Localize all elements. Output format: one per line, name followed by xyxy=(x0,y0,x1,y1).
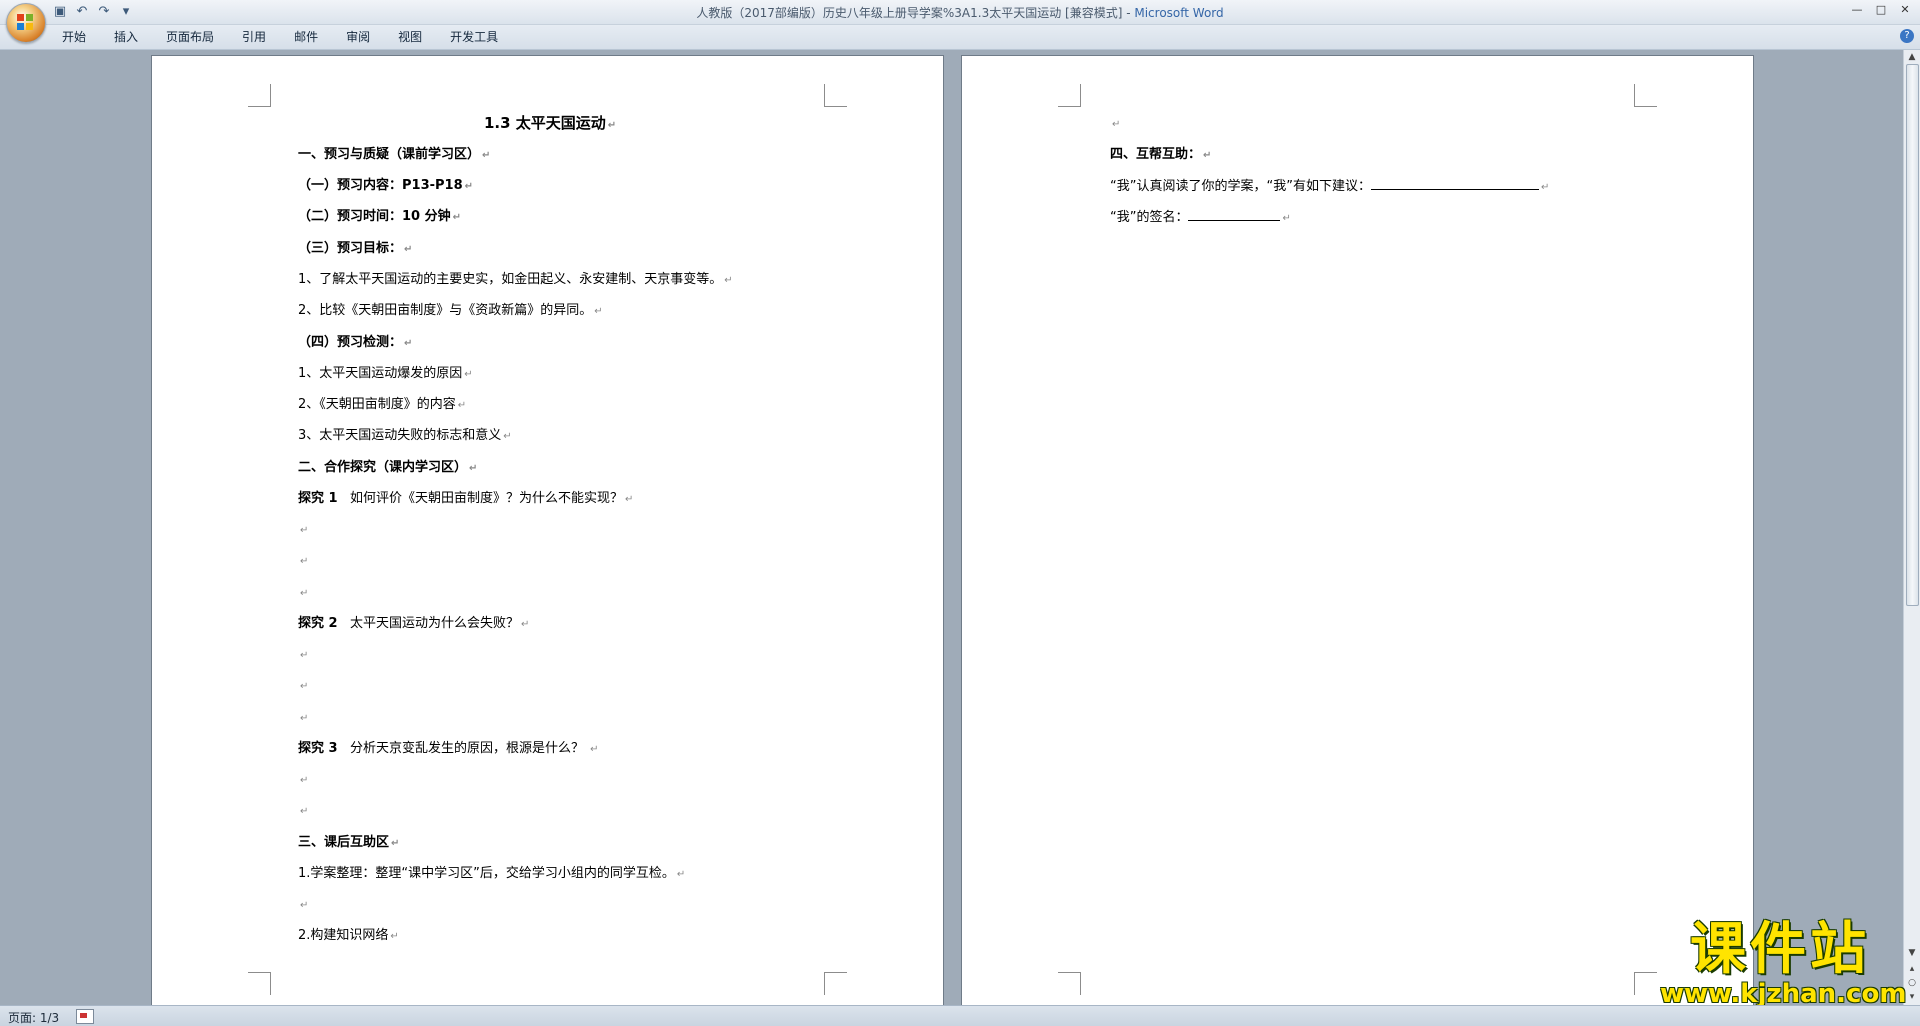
office-logo-icon-part xyxy=(17,23,24,30)
maximize-button[interactable]: □ xyxy=(1870,2,1892,18)
margin-corner-mark xyxy=(1058,972,1081,995)
after-class-item: 2.构建知识网络 ↵ xyxy=(298,928,399,943)
empty-paragraph: ↵ xyxy=(300,525,309,536)
empty-paragraph: ↵ xyxy=(300,806,309,817)
section-heading: 四、互帮互助： ↵ xyxy=(1110,147,1212,162)
margin-corner-mark xyxy=(824,84,847,107)
next-page-icon[interactable]: ▾ xyxy=(1905,990,1919,1004)
margin-corner-mark xyxy=(1634,84,1657,107)
help-icon[interactable]: ? xyxy=(1900,29,1914,43)
check-item: 2、《天朝田亩制度》的内容 ↵ xyxy=(298,397,467,412)
tab-page-layout[interactable]: 页面布局 xyxy=(152,29,228,45)
office-logo-icon-part xyxy=(26,23,33,30)
previous-page-icon[interactable]: ▴ xyxy=(1905,962,1919,976)
tab-review[interactable]: 审阅 xyxy=(332,29,384,45)
suggestion-blank xyxy=(1370,177,1539,190)
page-indicator[interactable]: 页面: 1/3 xyxy=(8,1009,59,1026)
empty-paragraph: ↵ xyxy=(300,713,309,724)
empty-paragraph: ↵ xyxy=(300,775,309,786)
document-page-1[interactable]: 1.3 太平天国运动 ↵ 一、预习与质疑（课前学习区） ↵ （一）预习内容：P13-… xyxy=(152,56,943,1005)
tab-home[interactable]: 开始 xyxy=(48,29,100,45)
margin-corner-mark xyxy=(248,84,271,107)
select-browse-object-icon[interactable]: ○ xyxy=(1905,976,1919,990)
status-bar: 页面: 1/3 xyxy=(0,1005,1920,1026)
check-item: 3、太平天国运动失败的标志和意义 ↵ xyxy=(298,428,512,443)
empty-paragraph: ↵ xyxy=(300,556,309,567)
signature-blank xyxy=(1188,208,1281,221)
margin-corner-mark xyxy=(1058,84,1081,107)
tab-insert[interactable]: 插入 xyxy=(100,29,152,45)
suggestion-line: “我”认真阅读了你的学案，“我”有如下建议： ↵ xyxy=(1110,177,1550,194)
window-controls: — □ ✕ xyxy=(1846,2,1916,18)
watermark-title: 课件站 xyxy=(1690,917,1870,982)
inquiry-item: 探究 1 如何评价《天朝田亩制度》？为什么不能实现？ ↵ xyxy=(298,491,634,506)
goal-item: 1、了解太平天国运动的主要史实，如金田起义、永安建制、天京事变等。 ↵ xyxy=(298,272,733,287)
document-page-2[interactable]: ↵ 四、互帮互助： ↵ “我”认真阅读了你的学案，“我”有如下建议： ↵ “我”的签… xyxy=(962,56,1753,1005)
proofing-icon[interactable] xyxy=(76,1009,94,1024)
tab-developer[interactable]: 开发工具 xyxy=(436,29,512,45)
close-button[interactable]: ✕ xyxy=(1894,2,1916,18)
section-heading: 二、合作探究（课内学习区） ↵ xyxy=(298,460,478,475)
tab-mailings[interactable]: 邮件 xyxy=(280,29,332,45)
section-heading: 三、课后互助区 ↵ xyxy=(298,835,400,850)
signature-line: “我”的签名： ↵ xyxy=(1110,208,1291,225)
scroll-up-icon[interactable]: ▲ xyxy=(1905,50,1919,64)
margin-corner-mark xyxy=(248,972,271,995)
empty-paragraph: ↵ xyxy=(300,900,309,911)
tab-references[interactable]: 引用 xyxy=(228,29,280,45)
goal-item: 2、比较《天朝田亩制度》与《资政新篇》的异同。 ↵ xyxy=(298,303,603,318)
office-logo-icon-part xyxy=(26,14,33,21)
watermark-logo: 课件站 www.kjzhan.com xyxy=(1660,917,1907,1009)
tab-view[interactable]: 视图 xyxy=(384,29,436,45)
empty-paragraph: ↵ xyxy=(1112,119,1121,130)
title-bar: ▣ ↶ ↷ ▾ 人教版（2017部编版）历史八年级上册导学案%3A1.3太平天国… xyxy=(0,0,1920,25)
vertical-scrollbar[interactable]: ▲ ▼ ▴ ○ ▾ xyxy=(1903,50,1920,1005)
inquiry-item: 探究 2 太平天国运动为什么会失败？ ↵ xyxy=(298,616,530,631)
margin-corner-mark xyxy=(1634,972,1657,995)
scrollbar-thumb[interactable] xyxy=(1906,64,1919,606)
document-workspace[interactable]: 1.3 太平天国运动 ↵ 一、预习与质疑（课前学习区） ↵ （一）预习内容：P13-… xyxy=(0,50,1904,1005)
empty-paragraph: ↵ xyxy=(300,650,309,661)
office-button[interactable] xyxy=(6,3,46,43)
preview-content: （一）预习内容：P13-P18 ↵ xyxy=(298,178,474,193)
preview-check-heading: （四）预习检测： ↵ xyxy=(298,335,413,350)
ribbon-tabs: 开始 插入 页面布局 引用 邮件 审阅 视图 开发工具 ? xyxy=(0,25,1920,50)
preview-goals-heading: （三）预习目标： ↵ xyxy=(298,241,413,256)
document-title: 1.3 太平天国运动 ↵ xyxy=(484,114,617,132)
preview-time: （二）预习时间：10 分钟 ↵ xyxy=(298,209,462,224)
scroll-down-icon[interactable]: ▼ xyxy=(1905,946,1919,960)
margin-corner-mark xyxy=(824,972,847,995)
office-logo-icon xyxy=(17,14,24,21)
window-title: 人教版（2017部编版）历史八年级上册导学案%3A1.3太平天国运动 [兼容模式… xyxy=(696,6,1224,20)
after-class-item: 1.学案整理：整理“课中学习区”后，交给学习小组内的同学互检。 ↵ xyxy=(298,866,686,881)
watermark-url: www.kjzhan.com xyxy=(1660,979,1907,1009)
minimize-button[interactable]: — xyxy=(1846,2,1868,18)
empty-paragraph: ↵ xyxy=(300,681,309,692)
section-heading: 一、预习与质疑（课前学习区） ↵ xyxy=(298,147,491,162)
empty-paragraph: ↵ xyxy=(300,588,309,599)
inquiry-item: 探究 3 分析天京变乱发生的原因，根源是什么？ ↵ xyxy=(298,741,599,756)
check-item: 1、太平天国运动爆发的原因 ↵ xyxy=(298,366,473,381)
